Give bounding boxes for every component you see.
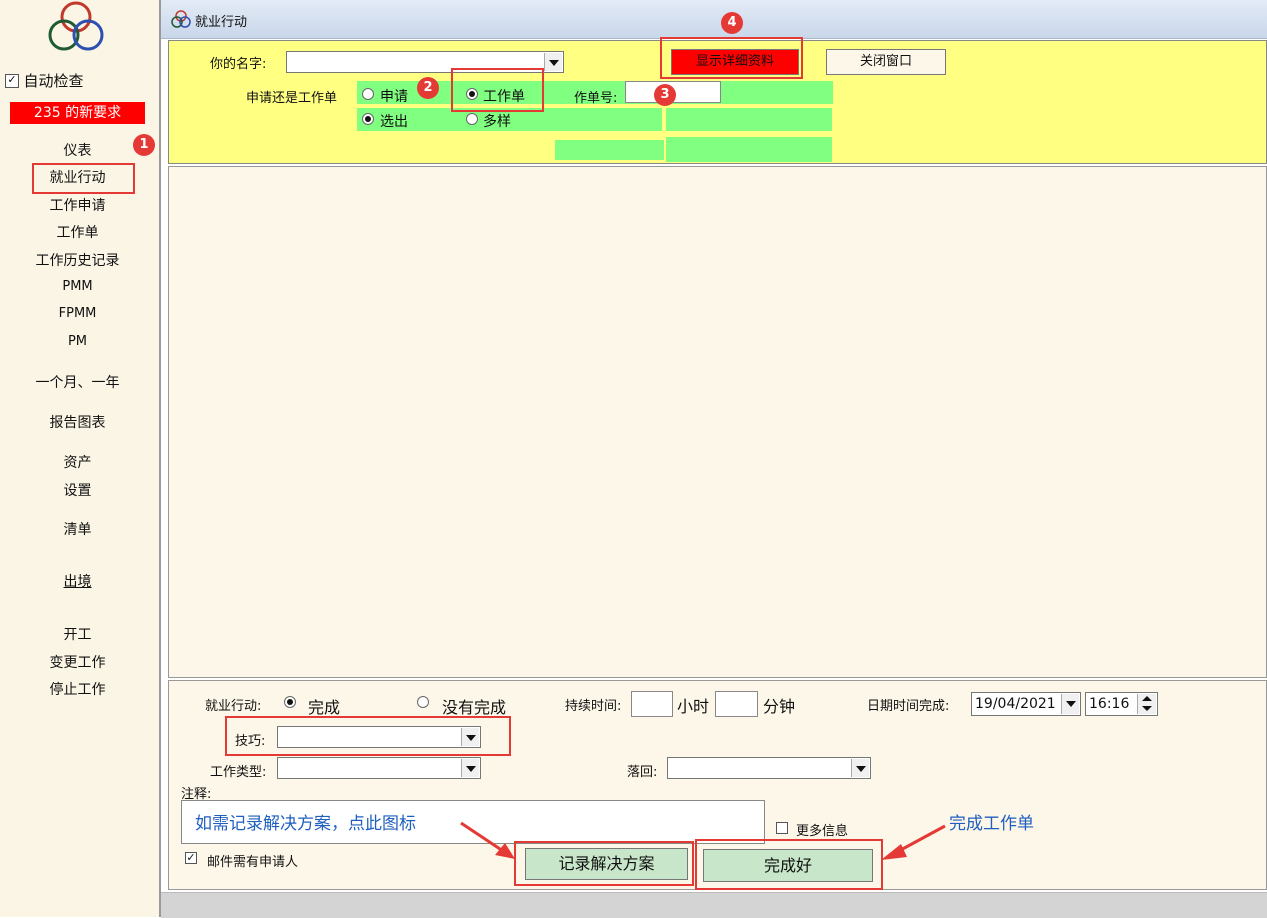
new-requests-badge[interactable]: 235 的新要求	[10, 102, 145, 124]
sidebar-item-checklist[interactable]: 清单	[0, 520, 155, 540]
action-label: 就业行动:	[205, 699, 262, 714]
radio-not-done-label: 没有完成	[442, 698, 507, 717]
radio-not-done-icon	[417, 696, 429, 708]
sidebar-item-settings[interactable]: 设置	[0, 481, 155, 501]
status-bar	[161, 892, 1267, 918]
radio-multiple-label: 多样	[483, 114, 511, 130]
window-titlebar: 就业行动	[161, 0, 1267, 39]
complete-workorder-annotation: 完成工作单	[949, 814, 1034, 834]
app-logo	[48, 1, 104, 51]
sidebar-item-change-work[interactable]: 变更工作	[0, 653, 155, 673]
auto-check-label: 自动检查	[23, 72, 84, 90]
spin-up-icon[interactable]	[1137, 694, 1156, 704]
more-info-label: 更多信息	[796, 824, 849, 839]
window-logo-icon	[171, 10, 191, 28]
date-value: 19/04/2021	[975, 696, 1056, 712]
hours-label: 小时	[677, 697, 710, 716]
green-field-right1c	[724, 81, 833, 104]
green-field-row3a	[555, 140, 664, 160]
sidebar-item-exit-label: 出境	[63, 574, 92, 590]
sidebar: ✓ 自动检查 235 的新要求 仪表 就业行动 工作申请 工作单 工作历史记录 …	[0, 0, 159, 917]
sidebar-item-start-work[interactable]: 开工	[0, 625, 155, 645]
time-spinner[interactable]: 16:16	[1085, 692, 1158, 716]
sidebar-item-pm[interactable]: PM	[0, 332, 155, 352]
notes-hint: 如需记录解决方案，点此图标	[195, 814, 416, 834]
annotation-arrow-left-icon	[460, 821, 515, 859]
sidebar-item-exit[interactable]: 出境	[0, 572, 155, 592]
checkbox-check-icon: ✓	[5, 73, 19, 88]
name-label: 你的名字:	[210, 57, 267, 72]
annotation-box-show-details	[660, 37, 803, 79]
sidebar-item-stop-work[interactable]: 停止工作	[0, 680, 155, 700]
sidebar-item-work-history[interactable]: 工作历史记录	[0, 251, 155, 271]
sidebar-item-reports[interactable]: 报告图表	[0, 413, 155, 433]
results-area	[168, 166, 1267, 678]
fallback-dropdown[interactable]	[667, 757, 871, 779]
annotation-box-complete	[695, 839, 883, 890]
duration-label: 持续时间:	[565, 699, 622, 714]
radio-selected-label: 选出	[380, 114, 408, 130]
hours-input[interactable]	[631, 691, 673, 717]
annotation-box-record-solution	[514, 841, 694, 886]
close-window-button[interactable]: 关闭窗口	[826, 49, 946, 75]
chevron-down-icon	[851, 759, 869, 777]
spin-down-icon[interactable]	[1137, 704, 1156, 714]
work-type-label: 工作类型:	[210, 765, 267, 780]
sidebar-item-dashboard[interactable]: 仪表	[0, 141, 155, 161]
chevron-down-icon	[1061, 694, 1079, 714]
email-requester-label: 邮件需有申请人	[207, 855, 299, 870]
annotation-box-job-action	[32, 163, 135, 194]
date-picker[interactable]: 19/04/2021	[971, 692, 1081, 716]
request-or-workorder-label: 申请还是工作单	[246, 91, 338, 106]
sidebar-item-work-order[interactable]: 工作单	[0, 223, 155, 243]
annotation-badge-1: 1	[133, 134, 155, 156]
sidebar-item-assets[interactable]: 资产	[0, 453, 155, 473]
annotation-arrow-right-icon	[881, 824, 946, 860]
annotation-badge-2: 2	[417, 77, 439, 99]
email-checkbox-check-icon: ✓	[185, 851, 197, 864]
work-type-dropdown[interactable]	[277, 757, 481, 779]
minutes-label: 分钟	[763, 697, 796, 716]
filter-panel: 你的名字: 申请还是工作单 申请 工作单 作单号: 选出 多样 显示详细资料 关…	[168, 37, 1267, 164]
date-done-label: 日期时间完成:	[867, 699, 950, 714]
annotation-box-workorder-radio	[451, 68, 544, 112]
completion-panel: 就业行动: 完成 没有完成 持续时间: 小时 分钟 日期时间完成: 19/04/…	[168, 680, 1267, 890]
radio-multiple-icon	[466, 113, 478, 125]
time-value: 16:16	[1089, 696, 1130, 712]
sidebar-item-month-year[interactable]: 一个月、一年	[0, 373, 155, 393]
radio-request-label: 申请	[380, 89, 408, 105]
green-field-row2b	[562, 108, 662, 131]
window-title: 就业行动	[195, 15, 248, 30]
minutes-input[interactable]	[715, 691, 758, 717]
workorder-no-label: 作单号:	[574, 91, 618, 106]
chevron-down-icon	[544, 53, 562, 71]
green-field-row2i	[666, 108, 830, 131]
radio-done-label: 完成	[308, 698, 341, 717]
auto-check-checkbox[interactable]: ✓ 自动检查	[5, 70, 83, 91]
sidebar-divider	[159, 0, 161, 917]
chevron-down-icon	[461, 759, 479, 777]
radio-selected-icon	[362, 113, 374, 125]
annotation-badge-3: 3	[654, 84, 676, 106]
annotation-badge-4: 4	[721, 12, 743, 34]
sidebar-item-fpmm[interactable]: FPMM	[0, 304, 155, 324]
green-field-row3b	[666, 137, 832, 162]
sidebar-item-work-request[interactable]: 工作申请	[0, 196, 155, 216]
fallback-label: 落回:	[627, 765, 658, 780]
radio-done-icon	[284, 696, 296, 708]
annotation-box-skill	[225, 716, 511, 756]
radio-request-icon	[362, 88, 374, 100]
more-info-checkbox-box	[776, 822, 788, 834]
sidebar-item-pmm[interactable]: PMM	[0, 277, 155, 297]
